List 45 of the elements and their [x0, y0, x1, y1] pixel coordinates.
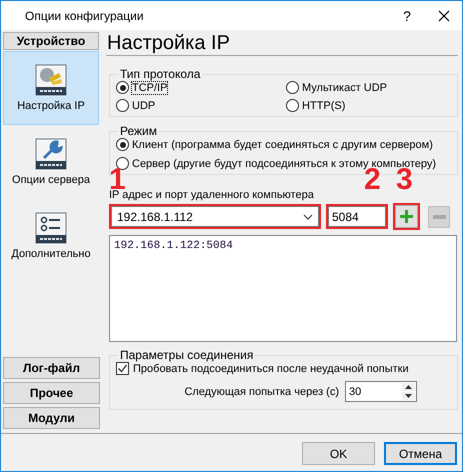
radio-button[interactable]	[116, 81, 129, 94]
list-icon	[35, 212, 67, 244]
sidebar-button[interactable]: Прочее	[3, 382, 100, 404]
radio-button[interactable]	[286, 81, 299, 94]
radio-button[interactable]	[116, 138, 129, 151]
spin-arrows-icon[interactable]	[402, 383, 415, 400]
radio-label: TCP/IP	[132, 82, 168, 94]
interval-spinbox[interactable]: 30	[345, 381, 417, 402]
field-label: Следующая попытка через (с)	[184, 386, 339, 398]
port-field[interactable]: 5084	[326, 204, 388, 229]
radio-label: Клиент (программа будет соединяться с другим сервером)	[132, 138, 433, 150]
page-title: Настройка IP	[106, 30, 458, 56]
group-label: Режим	[119, 124, 158, 138]
window-title: Опции конфигурации	[25, 8, 145, 22]
sidebar-item[interactable]: Дополнительно	[3, 199, 99, 273]
radio-label: Мультикаст UDP	[302, 82, 388, 94]
dialog-button[interactable]: OK	[302, 442, 375, 465]
chevron-down-icon	[303, 214, 313, 220]
close-icon[interactable]	[438, 10, 450, 22]
address-dropdown[interactable]: 192.168.1.112	[109, 204, 321, 229]
sidebar-item[interactable]: Опции сервера	[3, 125, 99, 199]
radio-button[interactable]	[286, 99, 299, 112]
sidebar-item[interactable]: Настройка IP	[3, 51, 99, 125]
dialog-button[interactable]: Отмена	[384, 442, 457, 465]
address-list[interactable]: 192.168.1.122:5084	[109, 235, 457, 342]
list-item[interactable]: 192.168.1.122:5084	[114, 240, 452, 252]
group-label: Тип протокола	[119, 67, 202, 81]
plus-icon	[399, 209, 414, 224]
wrench-icon	[35, 138, 67, 170]
radio-label: Сервер (другие будут подсоединяться к этому компьютеру)	[132, 158, 436, 170]
annotation-number: 2	[364, 167, 381, 193]
group-label: Параметры соединения	[119, 348, 254, 362]
radio-label: UDP	[132, 100, 156, 112]
add-button[interactable]	[393, 203, 420, 230]
sidebar-button[interactable]: Лог-файл	[3, 357, 100, 379]
checkbox-label: Пробовать подсоединиться после неудачной попытки	[133, 362, 409, 374]
sidebar-button[interactable]: Модули	[3, 407, 100, 429]
checkbox[interactable]	[116, 362, 129, 375]
radio-label: HTTP(S)	[302, 100, 346, 112]
minus-icon	[432, 214, 446, 218]
help-button[interactable]: ?	[392, 8, 422, 24]
sidebar-header-button[interactable]: Устройство	[3, 32, 99, 50]
radio-button[interactable]	[116, 99, 129, 112]
radio-button[interactable]	[116, 157, 129, 170]
annotation-number: 3	[396, 167, 413, 193]
